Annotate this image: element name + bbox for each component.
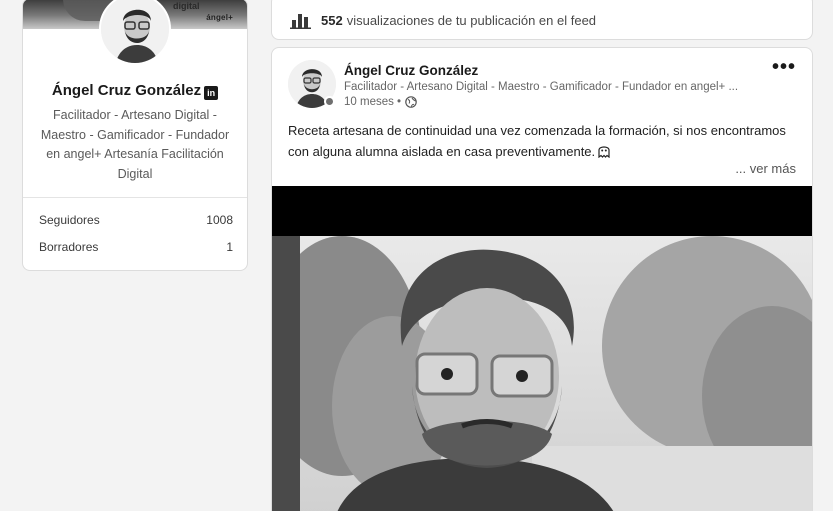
- more-options-button[interactable]: •••: [772, 57, 796, 77]
- stat-drafts[interactable]: Borradores 1: [39, 240, 233, 254]
- stat-label: Seguidores: [39, 213, 100, 227]
- see-more-link[interactable]: ... ver más: [735, 161, 796, 176]
- linkedin-badge-icon: in: [204, 86, 219, 100]
- post-author-name[interactable]: Ángel Cruz González: [344, 63, 478, 78]
- post-text: Receta artesana de continuidad una vez c…: [288, 120, 798, 162]
- post-photo: [272, 236, 812, 511]
- profile-card: digital ángel+ Ángel Cruz González in Fac…: [22, 0, 248, 271]
- profile-name[interactable]: Ángel Cruz González: [52, 82, 201, 99]
- profile-name-row[interactable]: Ángel Cruz González in: [23, 82, 247, 100]
- views-count: 552: [321, 12, 343, 28]
- post-card: Ángel Cruz González Facilitador - Artesa…: [271, 47, 813, 511]
- globe-icon: [405, 96, 417, 108]
- profile-headline: Facilitador - Artesano Digital - Maestro…: [40, 108, 230, 181]
- bar-chart-icon: [290, 11, 312, 29]
- views-row[interactable]: 552 visualizaciones de tu publicación en…: [290, 11, 596, 29]
- post-media[interactable]: [272, 186, 812, 511]
- stat-value: 1: [226, 240, 233, 254]
- cover-text: digital: [173, 1, 200, 11]
- stat-followers[interactable]: Seguidores 1008: [39, 213, 233, 227]
- profile-avatar[interactable]: [99, 0, 171, 65]
- cover-brand-logo: ángel+: [206, 13, 233, 22]
- post-meta: 10 meses •: [344, 96, 417, 108]
- post-text-body: Receta artesana de continuidad una vez c…: [288, 123, 786, 159]
- stat-label: Borradores: [39, 240, 99, 254]
- ghost-emoji-icon: [597, 143, 611, 159]
- divider: [23, 197, 247, 198]
- post-author-headline: Facilitador - Artesano Digital - Maestro…: [344, 81, 739, 93]
- stat-value: 1008: [206, 213, 233, 227]
- views-card[interactable]: 552 visualizaciones de tu publicación en…: [271, 0, 813, 40]
- post-time: 10 meses •: [344, 96, 402, 108]
- presence-status-icon: [324, 96, 335, 107]
- views-text: visualizaciones de tu publicación en el …: [346, 12, 597, 28]
